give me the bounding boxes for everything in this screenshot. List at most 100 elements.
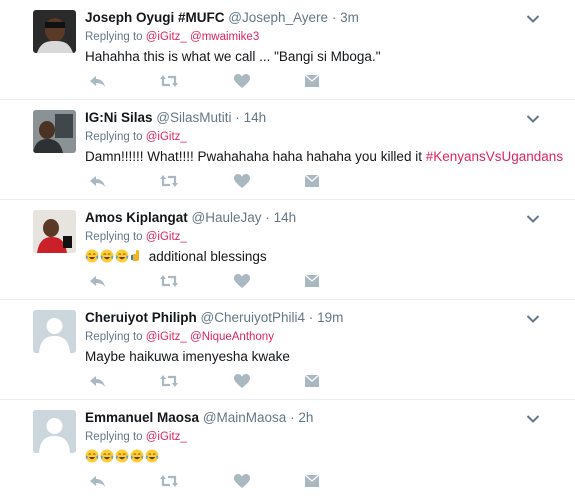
reply-icon[interactable] <box>87 72 107 90</box>
reply-icon[interactable] <box>87 472 107 490</box>
tweet[interactable]: Cheruiyot Philiph @CheruiyotPhili4 · 19m… <box>0 300 575 400</box>
tweet-header: Joseph Oyugi #MUFC @Joseph_Ayere · 3m <box>85 9 545 27</box>
retweet-icon[interactable] <box>159 72 179 90</box>
author-name[interactable]: IG:Ni Silas <box>85 110 153 125</box>
reply-icon[interactable] <box>87 372 107 390</box>
mention-link[interactable]: @iGitz_ <box>146 331 187 343</box>
tweet-content: IG:Ni Silas @SilasMutiti · 14h Replying t… <box>85 109 563 166</box>
replying-to: Replying to @iGitz_ <box>85 429 545 445</box>
replying-to-label: Replying to <box>85 231 143 243</box>
retweet-icon[interactable] <box>159 272 179 290</box>
tweet-header: Cheruiyot Philiph @CheruiyotPhili4 · 19m <box>85 309 545 327</box>
separator-dot: · <box>235 110 240 125</box>
separator-dot: · <box>331 10 337 25</box>
author-name[interactable]: Cheruiyot Philiph <box>85 310 197 325</box>
like-icon[interactable] <box>232 172 252 190</box>
replying-to-label: Replying to <box>85 431 143 443</box>
replying-to-label: Replying to <box>85 331 143 343</box>
backhand-index-pointing-right-icon <box>131 250 139 261</box>
tweet-actions <box>87 472 327 490</box>
mention-link[interactable]: @iGitz_ <box>146 231 187 243</box>
direct-message-icon[interactable] <box>302 172 322 190</box>
hashtag-link[interactable]: #KenyansVsUgandans <box>426 149 563 164</box>
avatar[interactable] <box>33 210 76 253</box>
face-with-tears-of-joy-icon <box>115 449 129 463</box>
replying-to: Replying to @iGitz_ <box>85 229 545 245</box>
face-with-tears-of-joy-icon <box>85 249 99 263</box>
direct-message-icon[interactable] <box>302 472 322 490</box>
tweet[interactable]: Joseph Oyugi #MUFC @Joseph_Ayere · 3m Rep… <box>0 0 575 100</box>
replying-to-label: Replying to <box>85 31 143 43</box>
author-name[interactable]: Emmanuel Maosa <box>85 410 199 425</box>
like-icon[interactable] <box>232 472 252 490</box>
face-with-tears-of-joy-icon <box>145 449 159 463</box>
chevron-down-icon[interactable] <box>526 311 540 323</box>
face-with-tears-of-joy-icon <box>85 449 99 463</box>
retweet-icon[interactable] <box>159 172 179 190</box>
author-name[interactable]: Amos Kiplangat <box>85 210 188 225</box>
face-with-tears-of-joy-icon <box>130 449 144 463</box>
tweet-content: Joseph Oyugi #MUFC @Joseph_Ayere · 3m Rep… <box>85 9 545 66</box>
replying-to: Replying to @iGitz_ <box>85 129 545 145</box>
tweet-timestamp[interactable]: 14h <box>274 210 297 225</box>
mention-link[interactable]: @iGitz_ <box>146 131 187 143</box>
face-with-tears-of-joy-icon <box>100 449 114 463</box>
replying-to-label: Replying to <box>85 131 143 143</box>
author-handle[interactable]: @Joseph_Ayere <box>228 10 328 25</box>
tweet-header: Emmanuel Maosa @MainMaosa · 2h <box>85 409 545 427</box>
tweet-timestamp[interactable]: 3m <box>340 10 359 25</box>
chevron-down-icon[interactable] <box>526 11 540 23</box>
avatar[interactable] <box>33 410 76 453</box>
reply-icon[interactable] <box>87 172 107 190</box>
tweet-actions <box>87 272 327 290</box>
like-icon[interactable] <box>232 72 252 90</box>
chevron-down-icon[interactable] <box>526 111 540 123</box>
tweet-text: additional blessings <box>85 248 545 266</box>
author-handle[interactable]: @HauleJay <box>192 210 262 225</box>
tweet-timestamp[interactable]: 14h <box>244 110 267 125</box>
separator-dot: · <box>290 410 295 425</box>
author-name[interactable]: Joseph Oyugi #MUFC <box>85 10 225 25</box>
mention-link[interactable]: @mwaimike3 <box>190 31 259 43</box>
tweet-body: Hahahha this is what we call ... "Bangi … <box>85 49 381 64</box>
tweet-timestamp[interactable]: 19m <box>317 310 343 325</box>
tweet-actions <box>87 172 327 190</box>
like-icon[interactable] <box>232 272 252 290</box>
author-handle[interactable]: @MainMaosa <box>203 410 287 425</box>
replying-to: Replying to @iGitz_ @mwaimike3 <box>85 29 545 45</box>
replying-to: Replying to @iGitz_ @NiqueAnthony <box>85 329 545 345</box>
chevron-down-icon[interactable] <box>526 411 540 423</box>
retweet-icon[interactable] <box>159 472 179 490</box>
mention-link[interactable]: @NiqueAnthony <box>190 331 274 343</box>
mention-link[interactable]: @iGitz_ <box>146 431 187 443</box>
chevron-down-icon[interactable] <box>526 211 540 223</box>
author-handle[interactable]: @SilasMutiti <box>156 110 231 125</box>
direct-message-icon[interactable] <box>302 272 322 290</box>
tweet-text: Damn!!!!!! What!!!! Pwahahaha haha hahah… <box>85 148 563 166</box>
face-with-tears-of-joy-icon <box>115 249 129 263</box>
avatar[interactable] <box>33 10 76 53</box>
tweet[interactable]: Emmanuel Maosa @MainMaosa · 2h Replying t… <box>0 400 575 500</box>
avatar[interactable] <box>33 310 76 353</box>
tweet-body: Maybe haikuwa imenyesha kwake <box>85 349 290 364</box>
mention-link[interactable]: @iGitz_ <box>146 31 187 43</box>
tweet-header: IG:Ni Silas @SilasMutiti · 14h <box>85 109 545 127</box>
retweet-icon[interactable] <box>159 372 179 390</box>
direct-message-icon[interactable] <box>302 72 322 90</box>
face-with-tears-of-joy-icon <box>100 249 114 263</box>
author-handle[interactable]: @CheruiyotPhili4 <box>201 310 306 325</box>
tweet-actions <box>87 72 327 90</box>
direct-message-icon[interactable] <box>302 372 322 390</box>
tweet[interactable]: Amos Kiplangat @HauleJay · 14h Replying t… <box>0 200 575 300</box>
separator-dot: · <box>308 310 314 325</box>
tweet-content: Cheruiyot Philiph @CheruiyotPhili4 · 19m… <box>85 309 545 366</box>
like-icon[interactable] <box>232 372 252 390</box>
tweet-content: Amos Kiplangat @HauleJay · 14h Replying t… <box>85 209 545 266</box>
reply-icon[interactable] <box>87 272 107 290</box>
tweet[interactable]: IG:Ni Silas @SilasMutiti · 14h Replying t… <box>0 100 575 200</box>
avatar[interactable] <box>33 110 76 153</box>
tweet-actions <box>87 372 327 390</box>
tweet-header: Amos Kiplangat @HauleJay · 14h <box>85 209 545 227</box>
tweet-timestamp[interactable]: 2h <box>298 410 313 425</box>
tweet-timeline: Joseph Oyugi #MUFC @Joseph_Ayere · 3m Rep… <box>0 0 575 500</box>
